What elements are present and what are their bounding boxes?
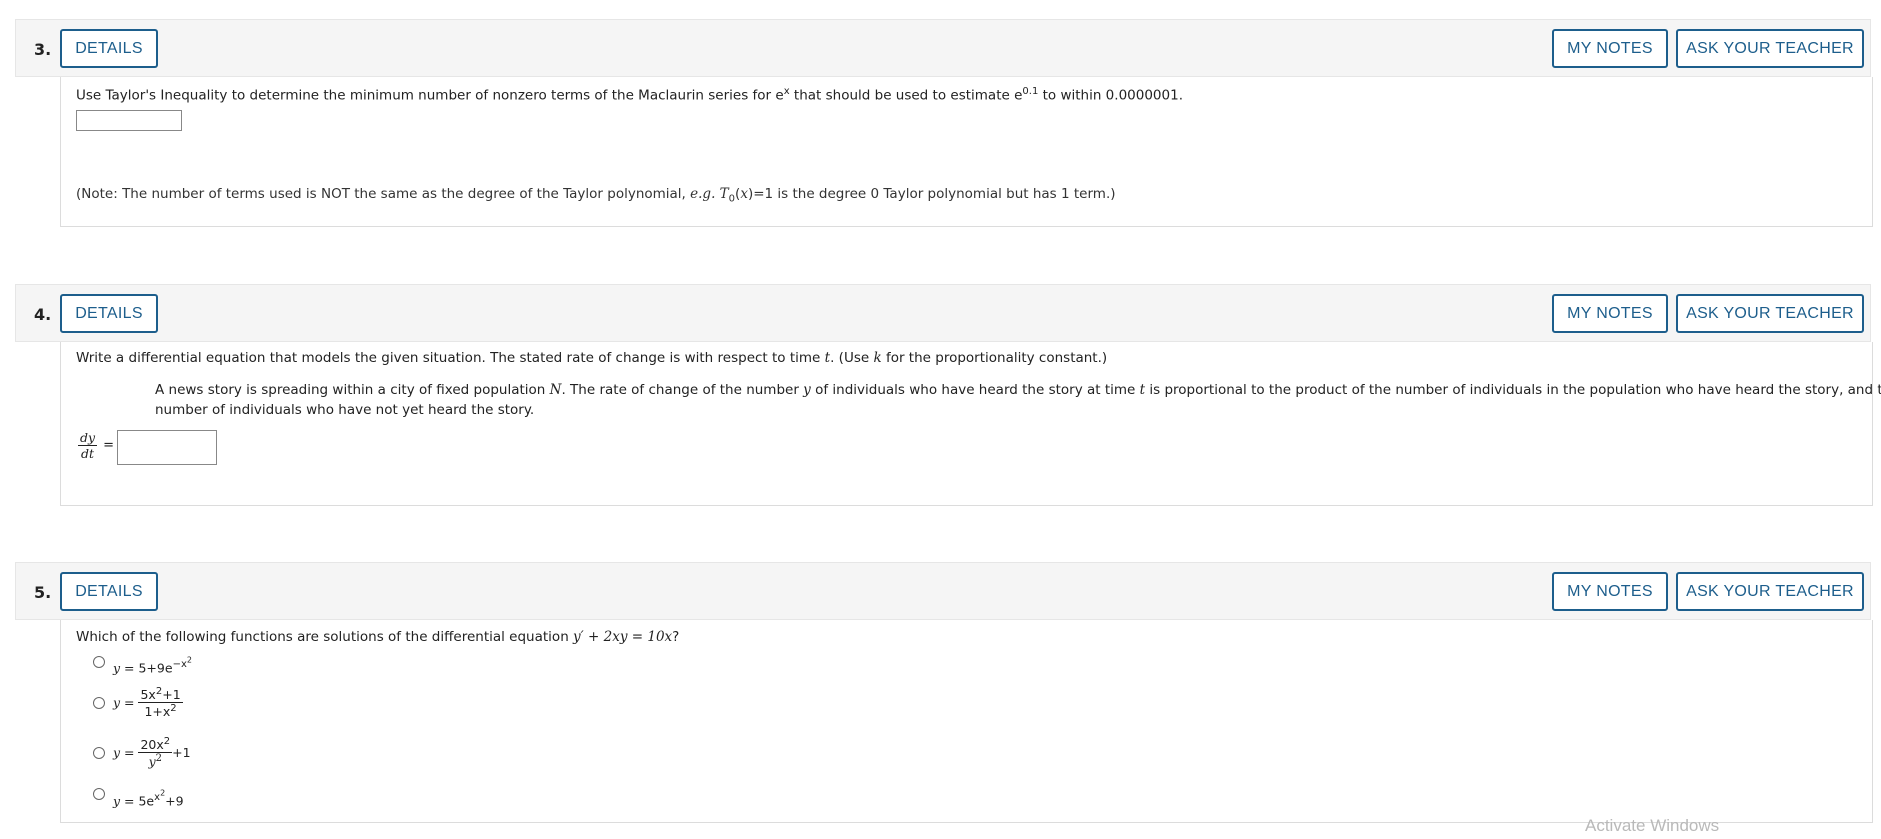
- activate-windows-watermark: Activate Windows: [1585, 816, 1720, 835]
- ask-teacher-button[interactable]: ASK YOUR TEACHER: [1676, 572, 1864, 611]
- option-3-radio[interactable]: [93, 747, 105, 759]
- question-3-body: Use Taylor's Inequality to determine the…: [60, 77, 1873, 227]
- question-prompt: Use Taylor's Inequality to determine the…: [76, 86, 1183, 104]
- story-text-line-1: A news story is spreading within a city …: [155, 382, 1881, 398]
- option-1-label: y = 5+9e−x2: [113, 656, 192, 676]
- story-text-line-2: number of individuals who have not yet h…: [155, 402, 535, 418]
- details-button[interactable]: DETAILS: [60, 572, 158, 611]
- question-number: 4.: [34, 305, 52, 324]
- option-2-label: y = 5x2+1 1+x2: [113, 686, 183, 720]
- equals-sign: =: [103, 438, 114, 453]
- answer-input[interactable]: [76, 110, 182, 131]
- details-button[interactable]: DETAILS: [60, 294, 158, 333]
- question-3-header: 3. DETAILS MY NOTES ASK YOUR TEACHER: [15, 19, 1871, 77]
- details-button[interactable]: DETAILS: [60, 29, 158, 68]
- option-4-label: y = 5ex2+9: [113, 789, 184, 809]
- option-3-label: y = 20x2 y2 +1: [113, 736, 191, 770]
- my-notes-button[interactable]: MY NOTES: [1552, 29, 1668, 68]
- question-4-header: 4. DETAILS MY NOTES ASK YOUR TEACHER: [15, 284, 1871, 342]
- option-4-radio[interactable]: [93, 788, 105, 800]
- question-4-body: Write a differential equation that model…: [60, 342, 1881, 506]
- question-prompt: Which of the following functions are sol…: [76, 629, 680, 645]
- option-3-fraction: 20x2 y2: [138, 736, 173, 770]
- dy-dt-fraction: dy dt: [78, 430, 98, 461]
- option-1-radio[interactable]: [93, 656, 105, 668]
- question-5-body: Which of the following functions are sol…: [60, 620, 1873, 823]
- ask-teacher-button[interactable]: ASK YOUR TEACHER: [1676, 29, 1864, 68]
- question-prompt: Write a differential equation that model…: [76, 350, 1108, 366]
- ask-teacher-button[interactable]: ASK YOUR TEACHER: [1676, 294, 1864, 333]
- option-2-fraction: 5x2+1 1+x2: [138, 686, 183, 720]
- question-number: 5.: [34, 583, 52, 602]
- my-notes-button[interactable]: MY NOTES: [1552, 572, 1668, 611]
- derivative-expression: dy dt =: [78, 430, 114, 461]
- answer-input[interactable]: [117, 430, 217, 465]
- question-5-header: 5. DETAILS MY NOTES ASK YOUR TEACHER: [15, 562, 1871, 620]
- question-number: 3.: [34, 40, 52, 59]
- my-notes-button[interactable]: MY NOTES: [1552, 294, 1668, 333]
- option-2-radio[interactable]: [93, 697, 105, 709]
- question-note: (Note: The number of terms used is NOT t…: [76, 186, 1116, 205]
